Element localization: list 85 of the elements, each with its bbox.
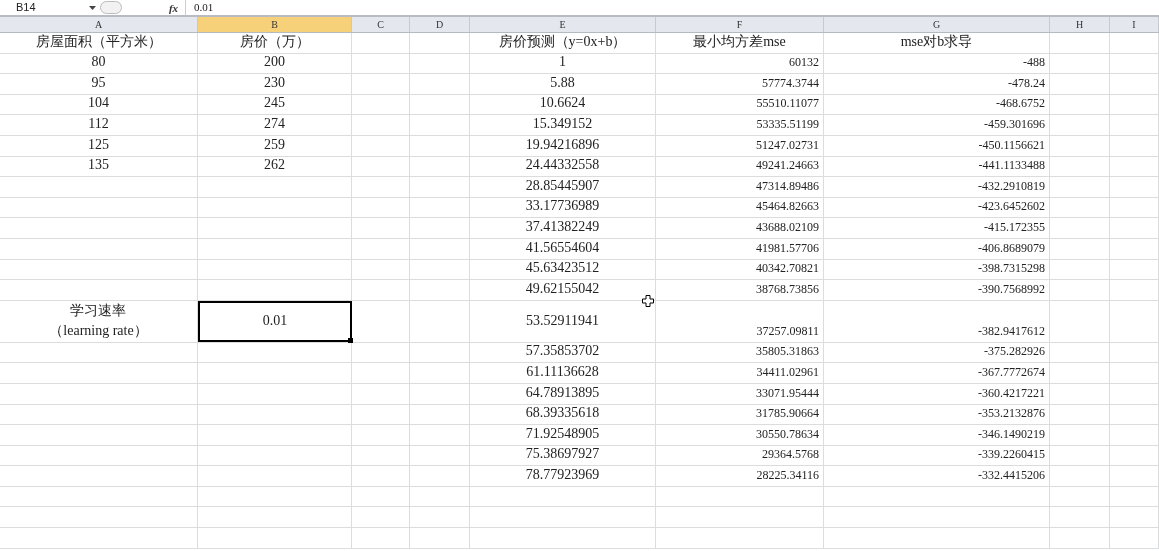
table-cell[interactable]: 28.85445907: [525, 175, 600, 196]
table-cell[interactable]: 135: [88, 155, 109, 176]
table-cell[interactable]: -375.282926: [984, 341, 1045, 362]
table-cell[interactable]: 38768.73856: [756, 278, 819, 299]
table-cell[interactable]: 33071.95444: [756, 382, 819, 403]
table-cell[interactable]: 43688.02109: [756, 216, 819, 237]
table-cell[interactable]: 41.56554604: [525, 237, 600, 258]
table-cell[interactable]: 10.6624: [539, 93, 586, 114]
table-cell[interactable]: -441.1133488: [978, 155, 1045, 176]
table-cell[interactable]: 80: [91, 52, 106, 73]
table-cell[interactable]: 200: [264, 52, 285, 73]
table-cell[interactable]: 37.41382249: [525, 216, 600, 237]
caret-icon: [89, 5, 96, 10]
table-cell[interactable]: 53335.51199: [756, 113, 819, 134]
table-cell[interactable]: 40342.70821: [756, 258, 819, 279]
table-cell[interactable]: 57.35853702: [525, 341, 600, 362]
table-cell[interactable]: -468.6752: [996, 93, 1045, 114]
table-cell[interactable]: 45.63423512: [525, 258, 600, 279]
table-cell[interactable]: -406.8689079: [978, 237, 1045, 258]
table-cell[interactable]: 34411.02961: [756, 361, 819, 382]
table-cell[interactable]: -360.4217221: [978, 382, 1045, 403]
table-cell[interactable]: 57774.3744: [762, 72, 819, 93]
table-cell[interactable]: 1: [559, 52, 566, 73]
table-cell[interactable]: 5.88: [550, 72, 575, 93]
table-cell[interactable]: 最小均方差mse: [693, 31, 786, 52]
cursor-icon: [642, 295, 654, 307]
table-cell[interactable]: -450.1156621: [978, 134, 1045, 155]
table-cell[interactable]: 49.62155042: [525, 278, 600, 299]
column-header[interactable]: B: [198, 17, 352, 32]
table-cell[interactable]: 29364.5768: [762, 444, 819, 465]
table-cell[interactable]: 房屋面积（平方米）: [35, 31, 162, 52]
table-cell[interactable]: 49241.24663: [756, 155, 819, 176]
table-cell[interactable]: 95: [91, 72, 106, 93]
table-cell[interactable]: -488: [1023, 52, 1045, 73]
table-cell[interactable]: 104: [88, 93, 109, 114]
table-cell[interactable]: 55510.11077: [756, 93, 819, 114]
fill-handle-icon[interactable]: [348, 337, 353, 343]
table-cell[interactable]: 房价预测（y=0x+b）: [498, 31, 627, 52]
table-cell[interactable]: -478.24: [1008, 72, 1045, 93]
table-cell[interactable]: 51247.02731: [756, 134, 819, 155]
table-cell[interactable]: -353.2132876: [978, 403, 1045, 424]
table-cell[interactable]: 60132: [789, 52, 819, 73]
table-cell[interactable]: 37257.09811: [756, 320, 819, 341]
table-cell[interactable]: 45464.82663: [756, 196, 819, 217]
table-cell[interactable]: 125: [88, 134, 109, 155]
table-cell[interactable]: -432.2910819: [978, 175, 1045, 196]
table-cell[interactable]: 35805.31863: [756, 341, 819, 362]
table-cell[interactable]: 41981.57706: [756, 237, 819, 258]
table-cell[interactable]: mse对b求导: [900, 31, 973, 52]
table-cell[interactable]: 房价（万）: [239, 31, 310, 52]
table-cell[interactable]: -459.301696: [984, 113, 1045, 134]
table-cell[interactable]: 30550.78634: [756, 423, 819, 444]
table-cell[interactable]: 245: [264, 93, 285, 114]
table-cell[interactable]: 71.92548905: [525, 423, 600, 444]
table-cell[interactable]: 28225.34116: [756, 464, 819, 485]
table-cell[interactable]: 33.17736989: [525, 196, 600, 217]
table-cell[interactable]: 0.01: [262, 311, 288, 332]
table-cell[interactable]: 112: [88, 113, 109, 134]
table-cell[interactable]: 31785.90664: [756, 403, 819, 424]
table-cell[interactable]: -390.7568992: [978, 278, 1045, 299]
table-cell[interactable]: 78.77923969: [525, 464, 600, 485]
table-cell[interactable]: 61.11136628: [526, 361, 599, 382]
table-cell[interactable]: -346.1490219: [978, 423, 1045, 444]
table-cell[interactable]: 15.349152: [532, 113, 593, 134]
table-cell[interactable]: 259: [264, 134, 285, 155]
table-cell[interactable]: 64.78913895: [525, 382, 600, 403]
table-cell[interactable]: -332.4415206: [978, 464, 1045, 485]
table-cell[interactable]: 学习速率 （learning rate）: [49, 301, 148, 342]
table-cell[interactable]: -415.172355: [984, 216, 1045, 237]
table-cell[interactable]: 75.38697927: [525, 444, 600, 465]
table-cell[interactable]: 47314.89486: [756, 175, 819, 196]
table-cell[interactable]: 262: [264, 155, 285, 176]
table-cell[interactable]: 24.44332558: [525, 155, 600, 176]
name-box[interactable]: B14: [0, 0, 100, 15]
table-cell[interactable]: -339.2260415: [978, 444, 1045, 465]
table-cell[interactable]: 19.94216896: [525, 134, 600, 155]
table-cell[interactable]: 274: [264, 113, 285, 134]
table-cell[interactable]: -367.7772674: [978, 361, 1045, 382]
table-cell[interactable]: 230: [264, 72, 285, 93]
table-cell[interactable]: -398.7315298: [978, 258, 1045, 279]
table-cell[interactable]: 53.52911941: [526, 311, 599, 332]
table-cell[interactable]: -382.9417612: [978, 320, 1045, 341]
formula-field[interactable]: 0.01: [186, 0, 1159, 15]
table-cell[interactable]: 68.39335618: [525, 403, 600, 424]
table-cell[interactable]: -423.6452602: [978, 196, 1045, 217]
